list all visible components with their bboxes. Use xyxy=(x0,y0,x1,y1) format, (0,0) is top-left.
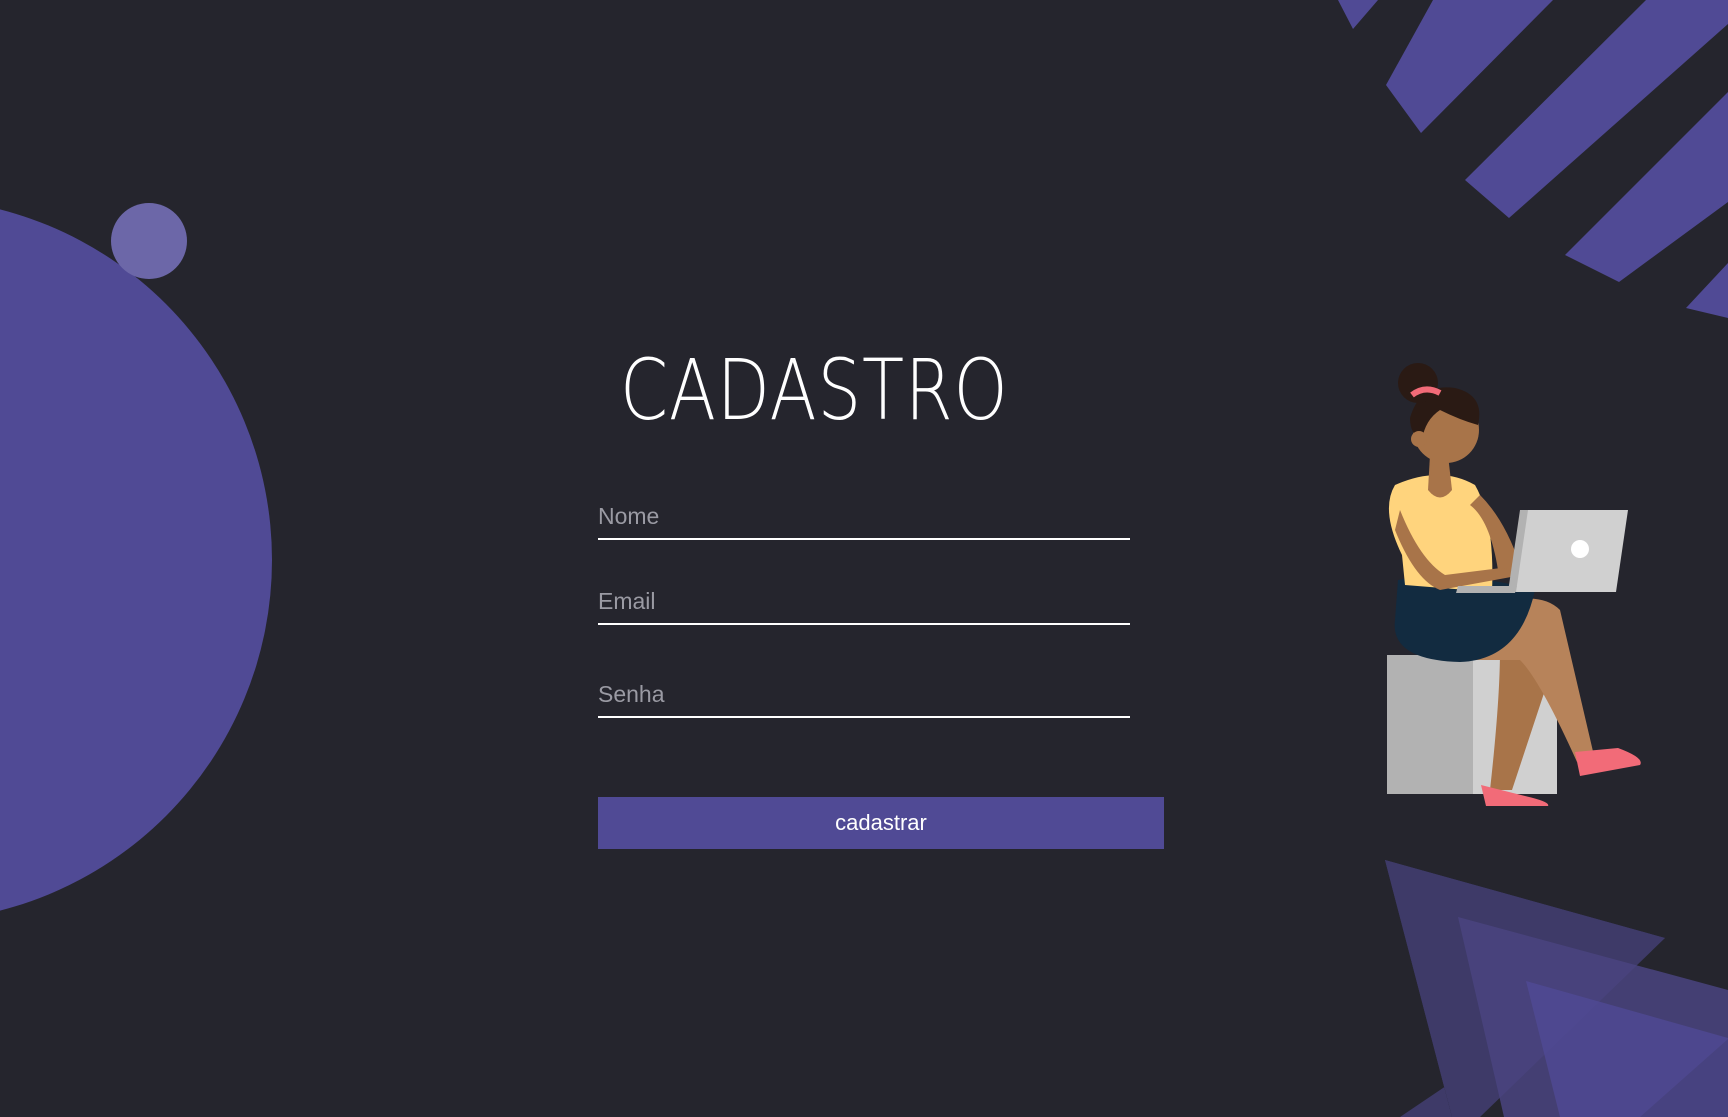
stool-shape xyxy=(1387,655,1473,794)
page-title: CADASTRO xyxy=(620,341,1009,439)
woman-with-laptop-illustration xyxy=(1387,363,1641,806)
signup-page: CADASTRO cadastrar xyxy=(0,0,1728,1117)
laptop-base-shape xyxy=(1456,586,1517,593)
password-field[interactable] xyxy=(598,678,1130,718)
laptop-screen-shape xyxy=(1514,510,1628,592)
register-button[interactable]: cadastrar xyxy=(598,797,1164,849)
email-field[interactable] xyxy=(598,585,1130,625)
name-field[interactable] xyxy=(598,500,1130,540)
